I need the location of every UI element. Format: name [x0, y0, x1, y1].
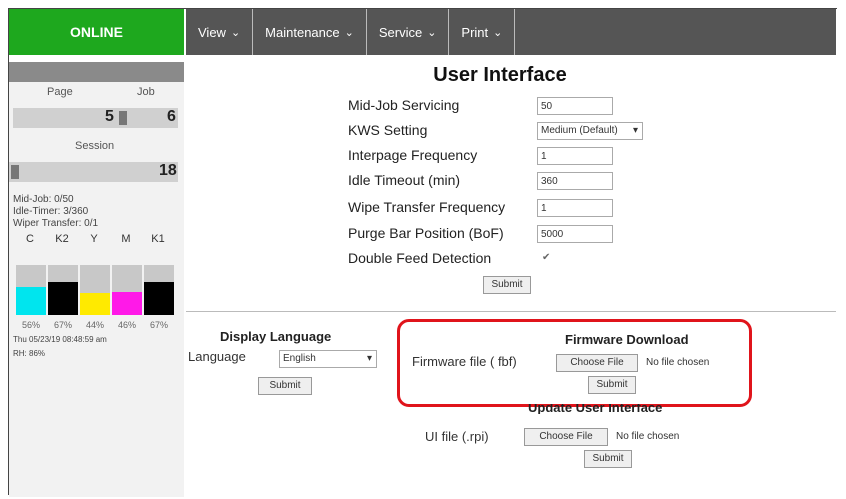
kws-setting-select[interactable]: Medium (Default) ▾	[537, 122, 643, 140]
session-slider-handle[interactable]	[11, 165, 19, 179]
nav-service-label: Service	[378, 24, 423, 40]
wipe-transfer-label: Wipe Transfer Frequency	[348, 199, 506, 215]
nav-print-label: Print	[461, 24, 489, 40]
ink-label-m: M	[121, 233, 131, 245]
dropdown-arrow-icon: ▾	[366, 353, 372, 364]
double-feed-label: Double Feed Detection	[348, 250, 492, 266]
ui-choose-file-button[interactable]: Choose File	[524, 428, 608, 446]
session-count: 18	[159, 162, 177, 179]
kws-setting-label: KWS Setting	[348, 122, 428, 138]
firmware-highlight-box	[397, 319, 752, 407]
chevron-down-icon: ⌄	[493, 26, 503, 39]
ink-percent-c: 56%	[21, 320, 40, 330]
settings-submit-button[interactable]: Submit	[483, 276, 531, 294]
ink-level-m	[112, 265, 142, 315]
nav-maintenance-menu[interactable]: Maintenance ⌄	[253, 9, 367, 55]
relative-humidity: RH: 86%	[13, 349, 46, 358]
nav-view-menu[interactable]: View ⌄	[186, 9, 254, 55]
ink-fill-c	[16, 287, 46, 315]
language-submit-button[interactable]: Submit	[258, 377, 312, 395]
ink-percent-k2: 67%	[53, 320, 72, 330]
update-ui-title: Update User Interface	[528, 404, 663, 414]
ink-fill-m	[112, 292, 142, 315]
sidebar: Page Job 5 6 Session 18 Mid-Job: 0/50 Id…	[9, 82, 184, 497]
ink-level-y	[80, 265, 110, 315]
idle-timeout-input[interactable]	[537, 172, 613, 190]
ink-fill-k1	[144, 281, 174, 315]
page-label: Page	[47, 86, 73, 98]
session-label: Session	[75, 140, 115, 152]
section-divider	[186, 311, 836, 312]
double-feed-checkbox[interactable]: ✔	[542, 252, 554, 264]
idle-timeout-label: Idle Timeout (min)	[348, 172, 461, 188]
wiper-transfer-status: Wiper Transfer: 0/1	[13, 218, 99, 229]
interpage-frequency-input[interactable]	[537, 147, 613, 165]
ink-level-k2	[48, 265, 78, 315]
dropdown-arrow-icon: ▾	[632, 125, 638, 136]
job-count: 6	[167, 108, 176, 125]
sidebar-header-bar	[9, 62, 184, 82]
ink-level-k1	[144, 265, 174, 315]
display-language-title: Display Language	[220, 329, 332, 344]
ink-percent-k1: 67%	[149, 320, 168, 330]
chevron-down-icon: ⌄	[344, 26, 354, 39]
chevron-down-icon: ⌄	[230, 26, 241, 39]
top-nav: View ⌄ Maintenance ⌄ Service ⌄ Print ⌄	[186, 9, 836, 55]
language-value: English	[283, 353, 316, 364]
ink-label-k2: K2	[55, 233, 69, 245]
status-badge: ONLINE	[9, 9, 184, 55]
mid-job-servicing-label: Mid-Job Servicing	[348, 97, 460, 113]
ui-no-file-text: No file chosen	[616, 431, 680, 442]
page-count: 5	[105, 108, 114, 125]
page-title: User Interface	[433, 64, 567, 86]
mid-job-servicing-input[interactable]	[537, 97, 613, 115]
session-counter: 18	[9, 162, 178, 182]
mid-job-status: Mid-Job: 0/50	[13, 194, 74, 205]
ink-percent-y: 44%	[85, 320, 104, 330]
kws-setting-value: Medium (Default)	[541, 125, 618, 136]
purge-bar-label: Purge Bar Position (BoF)	[348, 225, 504, 241]
ui-submit-button[interactable]: Submit	[584, 450, 632, 468]
page-job-slider-handle[interactable]	[119, 111, 127, 125]
job-label: Job	[137, 86, 155, 98]
ink-percent-m: 46%	[117, 320, 136, 330]
ink-fill-y	[80, 293, 110, 315]
nav-view-label: View	[198, 24, 226, 40]
purge-bar-input[interactable]	[537, 225, 613, 243]
ink-label-c: C	[26, 233, 34, 245]
nav-service-menu[interactable]: Service ⌄	[367, 9, 450, 55]
ink-label-k1: K1	[151, 233, 165, 245]
nav-print-menu[interactable]: Print ⌄	[449, 9, 516, 55]
datetime: Thu 05/23/19 08:48:59 am	[13, 335, 107, 344]
language-select[interactable]: English ▾	[279, 350, 377, 368]
language-label: Language	[188, 349, 246, 364]
ui-file-label: UI file (.rpi)	[425, 429, 489, 444]
interpage-frequency-label: Interpage Frequency	[348, 147, 478, 163]
ink-fill-k2	[48, 281, 78, 315]
nav-maintenance-label: Maintenance	[265, 24, 340, 40]
wipe-transfer-input[interactable]	[537, 199, 613, 217]
chevron-down-icon: ⌄	[427, 26, 437, 39]
page-job-counter: 5 6	[13, 108, 178, 128]
idle-timer-status: Idle-Timer: 3/360	[13, 206, 89, 217]
ink-label-y: Y	[90, 233, 98, 245]
ink-level-c	[16, 265, 46, 315]
